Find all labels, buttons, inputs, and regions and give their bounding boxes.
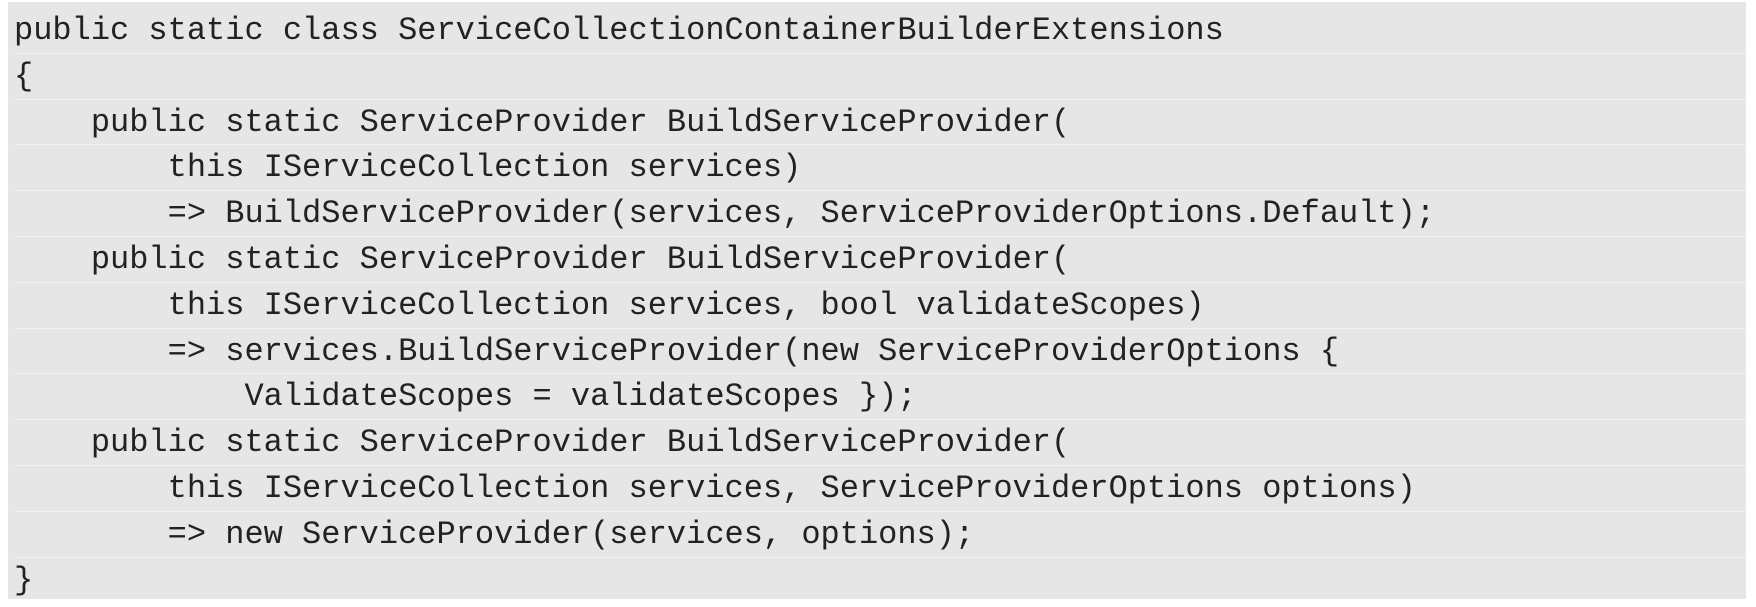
code-block: public static class ServiceCollectionCon… xyxy=(8,2,1746,599)
code-line-9: ValidateScopes = validateScopes }); xyxy=(14,374,1746,421)
code-line-4: this IServiceCollection services) xyxy=(14,145,1746,192)
code-line-1: public static class ServiceCollectionCon… xyxy=(14,8,1746,54)
code-line-11: this IServiceCollection services, Servic… xyxy=(14,466,1746,512)
code-line-6: public static ServiceProvider BuildServi… xyxy=(14,237,1746,283)
code-line-10: public static ServiceProvider BuildServi… xyxy=(14,420,1746,466)
code-line-3: public static ServiceProvider BuildServi… xyxy=(14,100,1746,146)
code-line-12: => new ServiceProvider(services, options… xyxy=(14,512,1746,558)
code-line-7: this IServiceCollection services, bool v… xyxy=(14,283,1746,329)
code-line-8: => services.BuildServiceProvider(new Ser… xyxy=(14,329,1746,375)
code-line-13: } xyxy=(14,561,34,599)
code-line-2: { xyxy=(14,54,1746,100)
code-line-5: => BuildServiceProvider(services, Servic… xyxy=(14,191,1746,237)
